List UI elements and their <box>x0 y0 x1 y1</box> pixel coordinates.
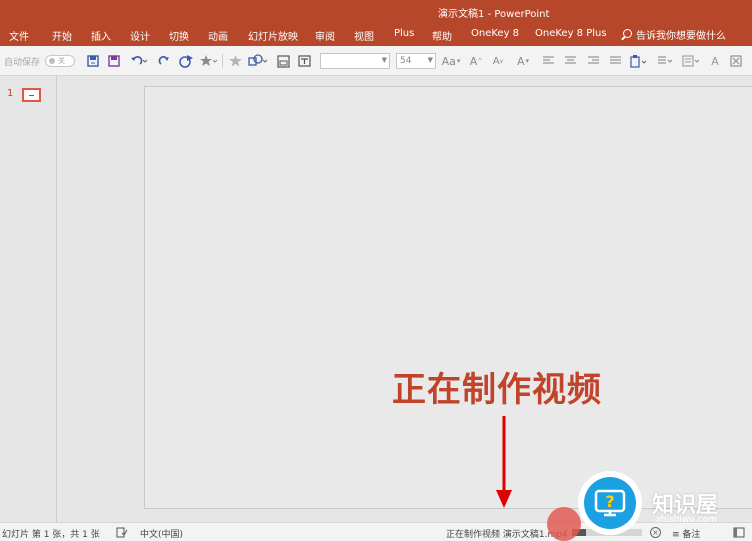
tab-animations[interactable]: 动画 <box>208 28 228 43</box>
paste-format-icon[interactable] <box>628 53 650 69</box>
justify-icon[interactable] <box>607 53 623 69</box>
star-outline-icon[interactable] <box>226 53 244 69</box>
tab-slide-show[interactable]: 幻灯片放映 <box>248 28 298 43</box>
annotation-arrow-icon <box>496 416 512 508</box>
more-options-icon[interactable] <box>728 53 744 69</box>
spell-check-icon[interactable] <box>116 527 128 541</box>
tab-review[interactable]: 审阅 <box>315 28 335 43</box>
tab-home[interactable]: 开始 <box>52 28 72 43</box>
title-bar: 演示文稿1 - PowerPoint <box>0 0 752 22</box>
change-case-button[interactable]: Aa ▾ <box>440 53 462 69</box>
autosave-toggle[interactable]: 关 <box>45 55 75 67</box>
textbox-icon[interactable] <box>296 53 312 69</box>
ribbon-tab-bar: 文件 开始 插入 设计 切换 动画 幻灯片放映 审阅 视图 Plus 帮助 On… <box>0 22 752 46</box>
slide-thumbnail-pane: 1 <box>0 76 57 522</box>
app-name: PowerPoint <box>494 9 550 20</box>
tab-view[interactable]: 视图 <box>354 28 374 43</box>
watermark: ? 知识屋 zhishiwu.com <box>578 471 752 535</box>
align-left-icon[interactable] <box>540 53 556 69</box>
tab-transitions[interactable]: 切换 <box>169 28 189 43</box>
document-title: 演示文稿1 <box>438 9 485 20</box>
font-size-combo[interactable]: 54 ▼ <box>396 53 436 69</box>
clear-format-icon[interactable]: A <box>708 53 722 69</box>
tell-me-box[interactable]: 告诉我你想要做什么 <box>620 27 726 42</box>
slide-count-status: 幻灯片 第 1 张，共 1 张 <box>2 530 100 540</box>
grow-font-icon: A <box>469 54 478 68</box>
font-color-button[interactable]: A ▾ <box>513 53 533 69</box>
align-center-icon[interactable] <box>562 53 578 69</box>
font-color-icon: A <box>516 54 525 68</box>
tab-insert[interactable]: 插入 <box>91 28 111 43</box>
arrange-icon[interactable] <box>655 53 675 69</box>
save-as-icon[interactable] <box>85 53 101 69</box>
slide-thumbnail-1[interactable] <box>22 88 41 102</box>
undo-icon[interactable] <box>128 53 150 69</box>
tab-help[interactable]: 帮助 <box>432 28 452 43</box>
toolbar-separator <box>222 54 223 68</box>
slide-editor-area <box>57 76 752 522</box>
language-status[interactable]: 中文(中国) <box>140 527 183 540</box>
monitor-question-icon: ? <box>594 489 626 517</box>
quick-access-toolbar: 自动保存 关 ▼ 54 ▼ Aa ▾ A ^ A v A ▾ A <box>0 46 752 76</box>
tab-file[interactable]: 文件 <box>9 28 29 43</box>
autosave-state: 关 <box>58 57 65 65</box>
watermark-badge-inner: ? <box>584 477 636 529</box>
slide-number: 1 <box>7 88 14 99</box>
autosave-label: 自动保存 <box>4 58 41 68</box>
title-separator: - <box>487 9 492 20</box>
search-icon <box>620 28 632 41</box>
powerpoint-window: 演示文稿1 - PowerPoint 文件 开始 插入 设计 切换 动画 幻灯片… <box>0 0 752 541</box>
shapes-icon[interactable] <box>246 53 270 69</box>
tell-me-placeholder: 告诉我你想要做什么 <box>636 31 726 42</box>
change-case-icon: Aa <box>441 54 456 68</box>
redo-icon[interactable] <box>156 53 172 69</box>
window-title: 演示文稿1 - PowerPoint <box>438 5 549 20</box>
font-name-combo[interactable]: ▼ <box>320 53 390 69</box>
watermark-badge: ? <box>578 471 642 535</box>
chevron-down-icon: ▼ <box>427 56 433 64</box>
tab-onekey-8-plus[interactable]: OneKey 8 Plus <box>535 28 607 39</box>
shrink-font-button[interactable]: Av <box>490 53 506 69</box>
text-direction-icon[interactable] <box>680 53 704 69</box>
new-slide-icon[interactable] <box>275 53 291 69</box>
watermark-domain: zhishiwu.com <box>656 515 717 525</box>
tab-onekey-8[interactable]: OneKey 8 <box>471 28 519 39</box>
click-indicator <box>547 507 581 541</box>
star-effect-icon[interactable] <box>198 53 220 69</box>
save-icon[interactable] <box>106 53 122 69</box>
slideshow-from-start-icon[interactable] <box>177 53 197 69</box>
shrink-font-icon: A <box>492 55 500 67</box>
tab-plus[interactable]: Plus <box>394 28 414 39</box>
grow-font-button[interactable]: A ^ <box>468 53 484 69</box>
font-size-value: 54 <box>400 56 412 66</box>
annotation-text: 正在制作视频 <box>392 370 602 410</box>
tab-design[interactable]: 设计 <box>130 28 150 43</box>
slide-canvas[interactable] <box>144 86 752 509</box>
align-right-icon[interactable] <box>585 53 601 69</box>
badge-glyph: ? <box>605 492 614 511</box>
chevron-down-icon: ▼ <box>381 56 387 64</box>
